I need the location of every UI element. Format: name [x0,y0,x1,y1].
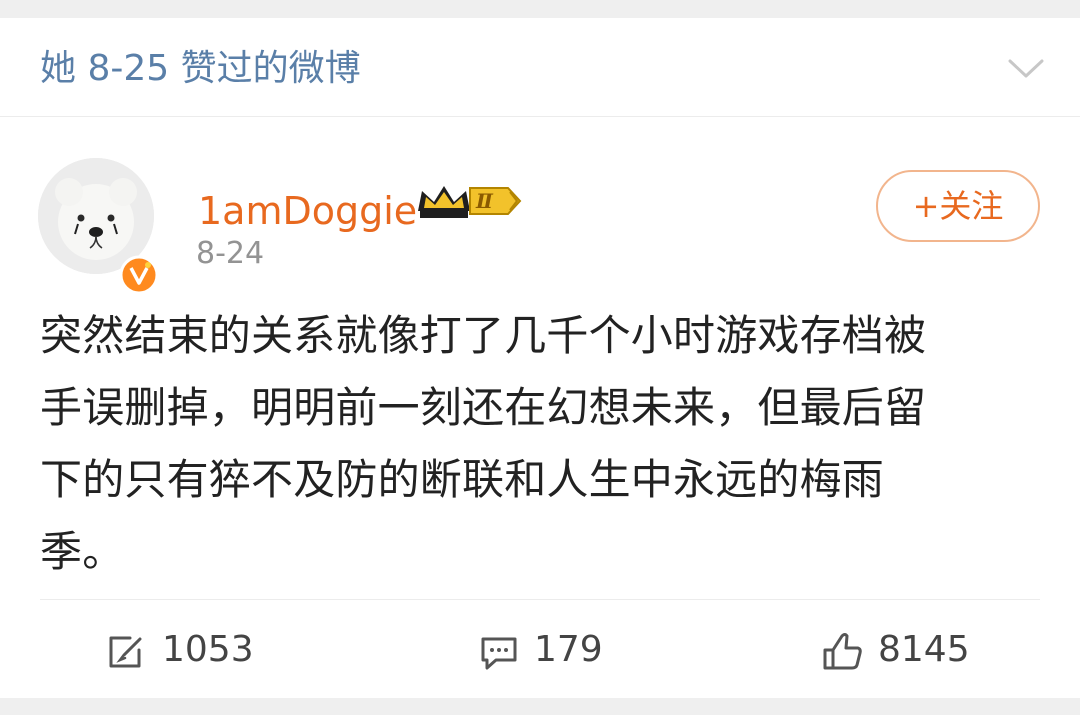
crown-level-badge[interactable]: Ⅱ [414,178,526,224]
thumbs-up-icon [823,633,862,670]
like-button[interactable]: 8145 [821,622,1001,678]
post-text-line: 手误删掉，明明前一刻还在幻想未来，但最后留 [40,383,927,432]
comment-button[interactable]: 179 [477,622,637,678]
repost-count: 1053 [162,629,254,670]
repost-icon [109,636,142,668]
follow-button[interactable]: +关注 [876,170,1040,242]
comment-count: 179 [534,629,603,670]
post-text-line: 季。 [40,527,125,576]
weibo-card: 她 8-25 赞过的微博 1amDoggie Ⅱ 8-24 +关注 突然结束的关… [0,18,1080,698]
repost-button[interactable]: 1053 [105,622,285,678]
post-text-line: 突然结束的关系就像打了几千个小时游戏存档被 [40,311,927,360]
like-count: 8145 [878,629,970,670]
post-text-line: 下的只有猝不及防的断联和人生中永远的梅雨 [40,455,885,504]
liked-title: 她 8-25 赞过的微博 [40,48,361,89]
author-name[interactable]: 1amDoggie [198,188,417,234]
verified-v-badge [119,255,159,295]
post-text: 突然结束的关系就像打了几千个小时游戏存档被 手误删掉，明明前一刻还在幻想未来，但… [40,300,1040,588]
comment-icon [481,637,517,670]
chevron-down-icon[interactable] [1002,46,1050,90]
level-badge-text: Ⅱ [476,189,493,213]
liked-header[interactable]: 她 8-25 赞过的微博 [0,18,1080,117]
divider [40,599,1040,600]
post-date: 8-24 [196,236,265,271]
